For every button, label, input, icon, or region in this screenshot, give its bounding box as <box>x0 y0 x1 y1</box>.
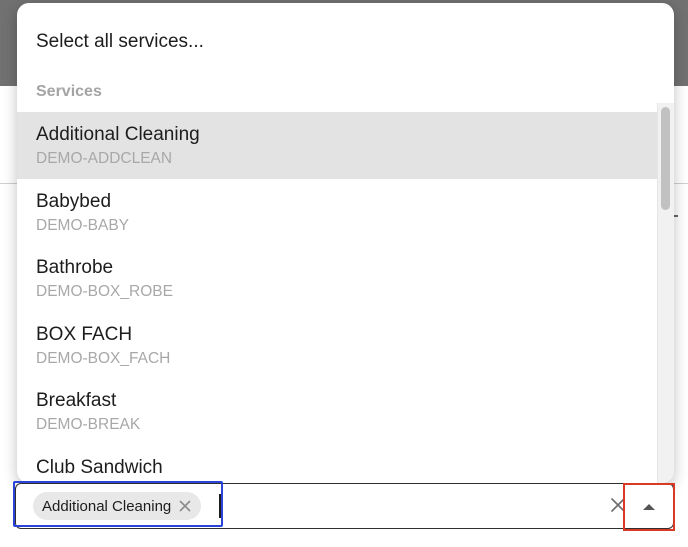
services-dropdown-menu: Select all services... Services Addition… <box>17 3 674 483</box>
option-code: DEMO-BREAK <box>36 416 141 434</box>
option-breakfast[interactable]: Breakfast DEMO-BREAK <box>17 378 657 445</box>
option-club-sandwich[interactable]: Club Sandwich <box>17 445 657 483</box>
option-name: Club Sandwich <box>36 456 163 478</box>
option-name: Additional Cleaning <box>36 124 200 145</box>
select-all-option[interactable]: Select all services... <box>17 3 674 81</box>
option-code: DEMO-BOX_FACH <box>36 349 171 367</box>
option-name: Bathrobe <box>36 257 114 279</box>
option-name: BOX FACH <box>36 323 133 345</box>
option-code: DEMO-ADDCLEAN <box>36 150 173 167</box>
option-code: DEMO-BOX_ROBE <box>36 283 173 301</box>
option-code: DEMO-BABY <box>36 216 130 234</box>
option-name: Breakfast <box>36 390 117 412</box>
chip-label: Additional Cleaning <box>42 497 172 515</box>
services-group-header: Services <box>36 83 102 100</box>
scrollbar-thumb[interactable] <box>661 107 670 210</box>
text-cursor <box>219 494 221 518</box>
option-box-fach[interactable]: BOX FACH DEMO-BOX_FACH <box>17 312 657 379</box>
dropdown-toggle-button[interactable] <box>623 483 675 531</box>
options-list: Additional Cleaning DEMO-ADDCLEAN Babybe… <box>17 112 657 483</box>
caret-up-icon <box>642 498 656 516</box>
close-icon[interactable] <box>177 498 193 514</box>
option-name: Babybed <box>36 190 112 212</box>
option-babybed[interactable]: Babybed DEMO-BABY <box>17 179 657 246</box>
selected-chip: Additional Cleaning <box>33 492 201 520</box>
option-additional-cleaning[interactable]: Additional Cleaning DEMO-ADDCLEAN <box>17 112 657 179</box>
option-bathrobe[interactable]: Bathrobe DEMO-BOX_ROBE <box>17 245 657 312</box>
